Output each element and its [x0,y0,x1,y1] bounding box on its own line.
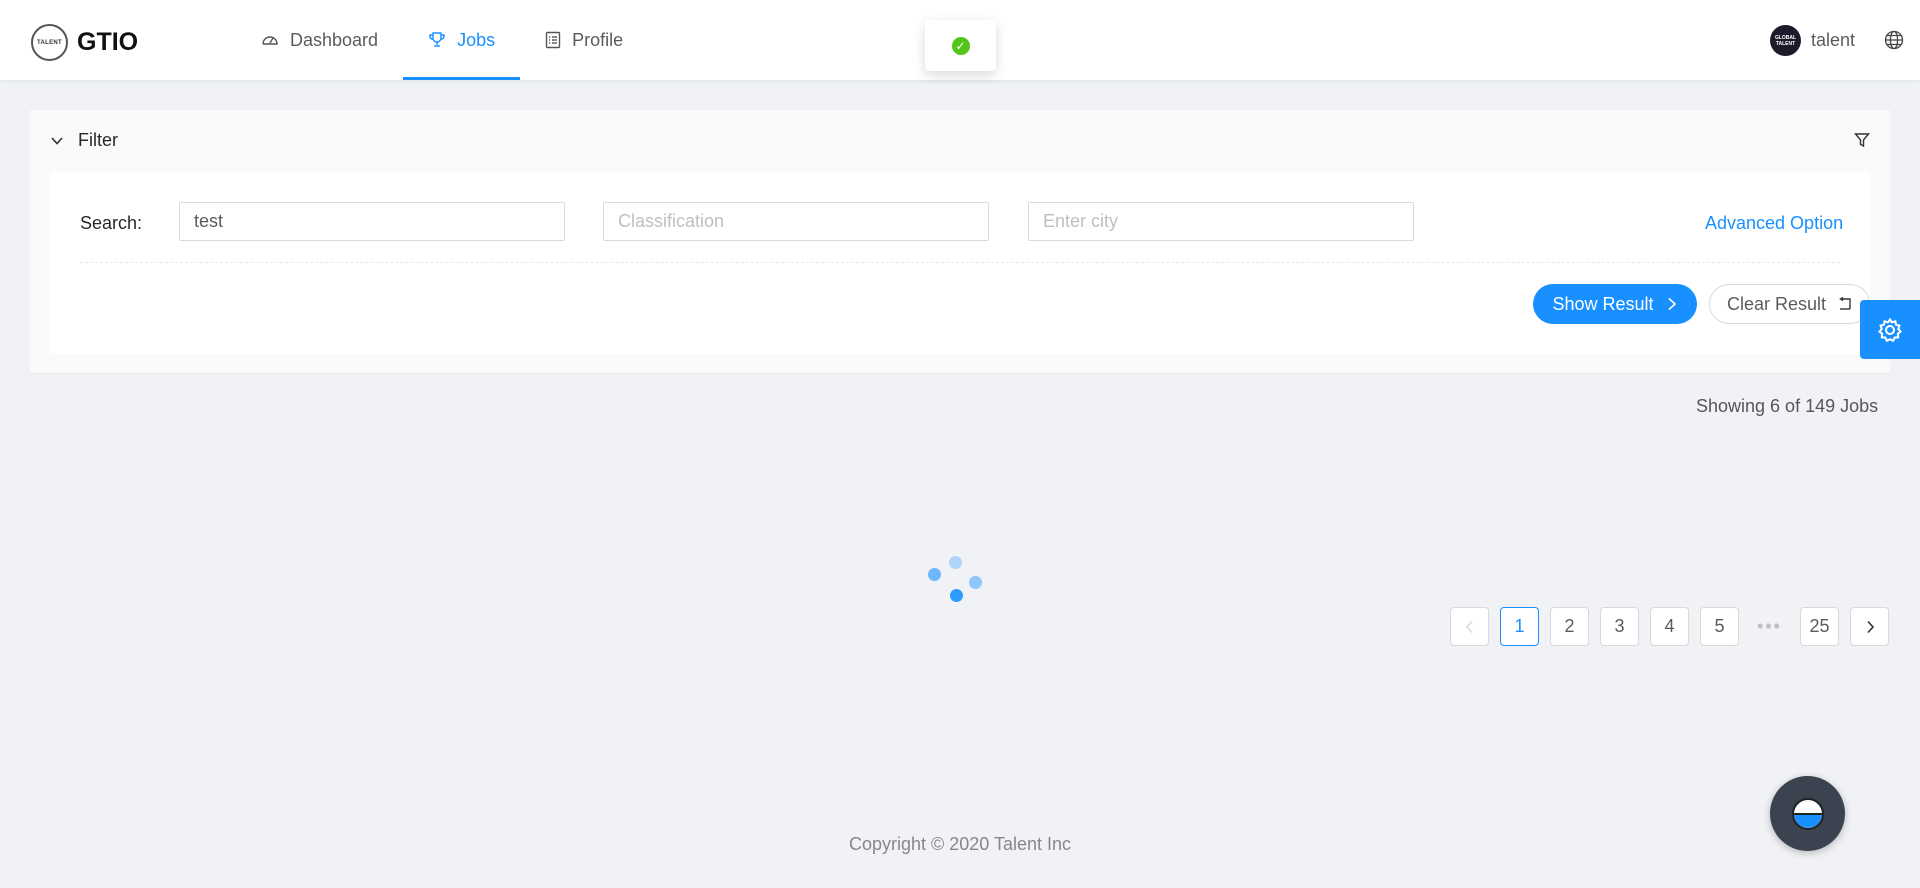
filter-collapse-toggle[interactable]: Filter [50,130,118,151]
show-result-label: Show Result [1552,293,1654,314]
check-circle-icon: ✓ [951,36,970,55]
prev-page-button[interactable] [1450,607,1489,646]
user-menu[interactable]: GLOBAL TALENT talent [1770,25,1855,56]
success-toast: ✓ [925,20,996,71]
clear-result-button[interactable]: Clear Result [1709,284,1870,324]
brand-name: GTIO [77,28,139,56]
page-last[interactable]: 25 [1800,607,1839,646]
chevron-down-icon [51,136,63,145]
gear-icon [1878,317,1902,342]
filter-panel: Filter Search: Advanced Option Show Resu… [30,110,1890,374]
footer-copyright: Copyright © 2020 Talent Inc [848,834,1072,854]
nav-label: Jobs [457,29,496,50]
spinner-dot [949,556,962,569]
main-nav: Dashboard Jobs Profile [236,0,648,80]
filter-body: Search: Advanced Option Show Result Clea… [50,172,1870,354]
dashboard-icon [262,36,278,45]
spinner-dot [969,576,982,589]
clear-result-label: Clear Result [1726,293,1827,314]
divider [80,262,1840,263]
chevron-left-icon [1465,620,1473,633]
page-3[interactable]: 3 [1600,607,1639,646]
chevron-right-icon [1667,297,1676,311]
nav-item-jobs[interactable]: Jobs [403,0,521,80]
spinner-dot [928,568,941,581]
pagination: 1 2 3 4 5 ••• 25 [1450,607,1889,646]
show-result-button[interactable]: Show Result [1533,284,1697,324]
username: talent [1811,30,1856,50]
nav-item-dashboard[interactable]: Dashboard [236,0,403,80]
page-4[interactable]: 4 [1650,607,1689,646]
page-2[interactable]: 2 [1550,607,1589,646]
loading-spinner [928,556,985,606]
page-1[interactable]: 1 [1500,607,1539,646]
globe-icon[interactable] [1884,30,1904,50]
logo[interactable]: TALENT GTIO [31,24,138,61]
city-input[interactable] [1028,202,1414,241]
page-ellipsis[interactable]: ••• [1750,607,1789,646]
filter-icon[interactable] [1854,132,1870,148]
nav-item-profile[interactable]: Profile [520,0,648,80]
nav-label: Profile [572,29,624,50]
settings-drawer-toggle[interactable] [1860,300,1920,359]
page-5[interactable]: 5 [1700,607,1739,646]
avatar: GLOBAL TALENT [1770,25,1801,56]
classification-input[interactable] [603,202,989,241]
trophy-icon [429,32,445,47]
advanced-option-link[interactable]: Advanced Option [1705,213,1843,234]
spinner-dot [950,589,963,602]
next-page-button[interactable] [1850,607,1889,646]
chevron-right-icon [1866,620,1874,633]
search-input[interactable] [179,202,565,241]
chat-fab-button[interactable] [1770,776,1845,851]
logo-badge: TALENT [31,24,68,61]
profile-icon [545,31,561,49]
chat-bot-icon [1791,797,1824,830]
nav-label: Dashboard [290,29,379,50]
search-label: Search: [80,213,143,233]
top-header: TALENT GTIO Dashboard Jobs Profile ✓ GLO… [0,0,1920,80]
rollback-icon [1839,297,1851,310]
filter-title: Filter [78,130,118,150]
results-count: Showing 6 of 149 Jobs [1696,396,1879,416]
